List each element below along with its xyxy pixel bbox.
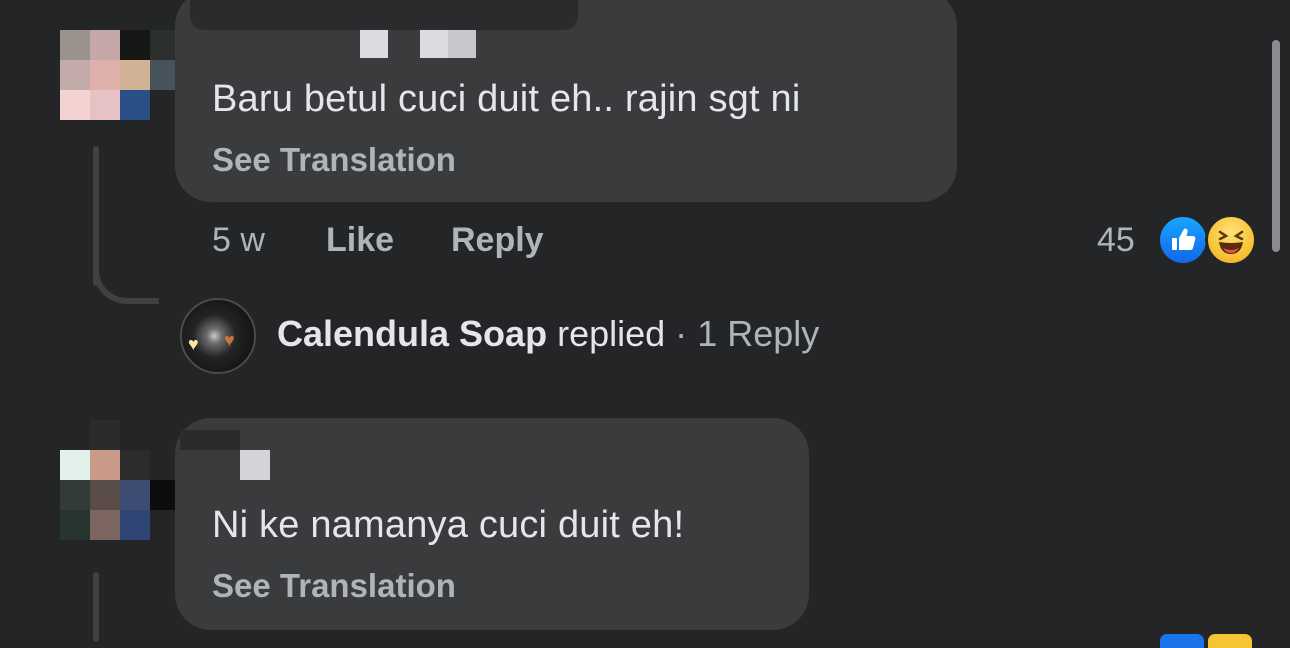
reply-action-text: replied [557,313,666,354]
page-avatar[interactable]: ♥ ♥ [180,298,256,374]
scrollbar-thumb[interactable] [1272,40,1280,252]
commenter-name-redacted[interactable] [180,430,240,450]
reply-button[interactable]: Reply [451,221,544,260]
comment-text: Baru betul cuci duit eh.. rajin sgt ni [212,78,801,120]
thread-connector-curve [93,258,159,304]
reaction-count[interactable]: 45 [1097,221,1135,260]
laughing-face-icon [1218,230,1244,254]
reply-count-link[interactable]: 1 Reply [697,313,819,354]
commenter-name-redacted[interactable] [360,30,476,58]
thumbs-up-icon [1172,228,1196,250]
reply-summary[interactable]: Calendula Soap replied · 1 Reply [277,313,819,355]
haha-icon[interactable] [1208,634,1252,648]
comment-text: Ni ke namanya cuci duit eh! [212,504,685,546]
commenter-avatar-redacted[interactable] [60,420,180,540]
like-icon[interactable] [1160,634,1204,648]
commenter-avatar-redacted[interactable] [60,30,180,150]
see-translation-link[interactable]: See Translation [212,567,456,605]
page-name[interactable]: Calendula Soap [277,313,547,354]
like-button[interactable]: Like [326,221,394,260]
thread-line [93,572,99,642]
commenter-name-redacted[interactable] [240,450,270,480]
haha-icon[interactable] [1205,214,1257,266]
see-translation-link[interactable]: See Translation [212,141,456,179]
like-icon[interactable] [1157,214,1209,266]
comment-bubble-top-cap [190,0,578,30]
heart-icon: ♥ [188,334,199,354]
comment-timestamp[interactable]: 5 w [212,221,265,260]
reply-separator: · [675,313,688,354]
heart-icon: ♥ [224,330,235,350]
